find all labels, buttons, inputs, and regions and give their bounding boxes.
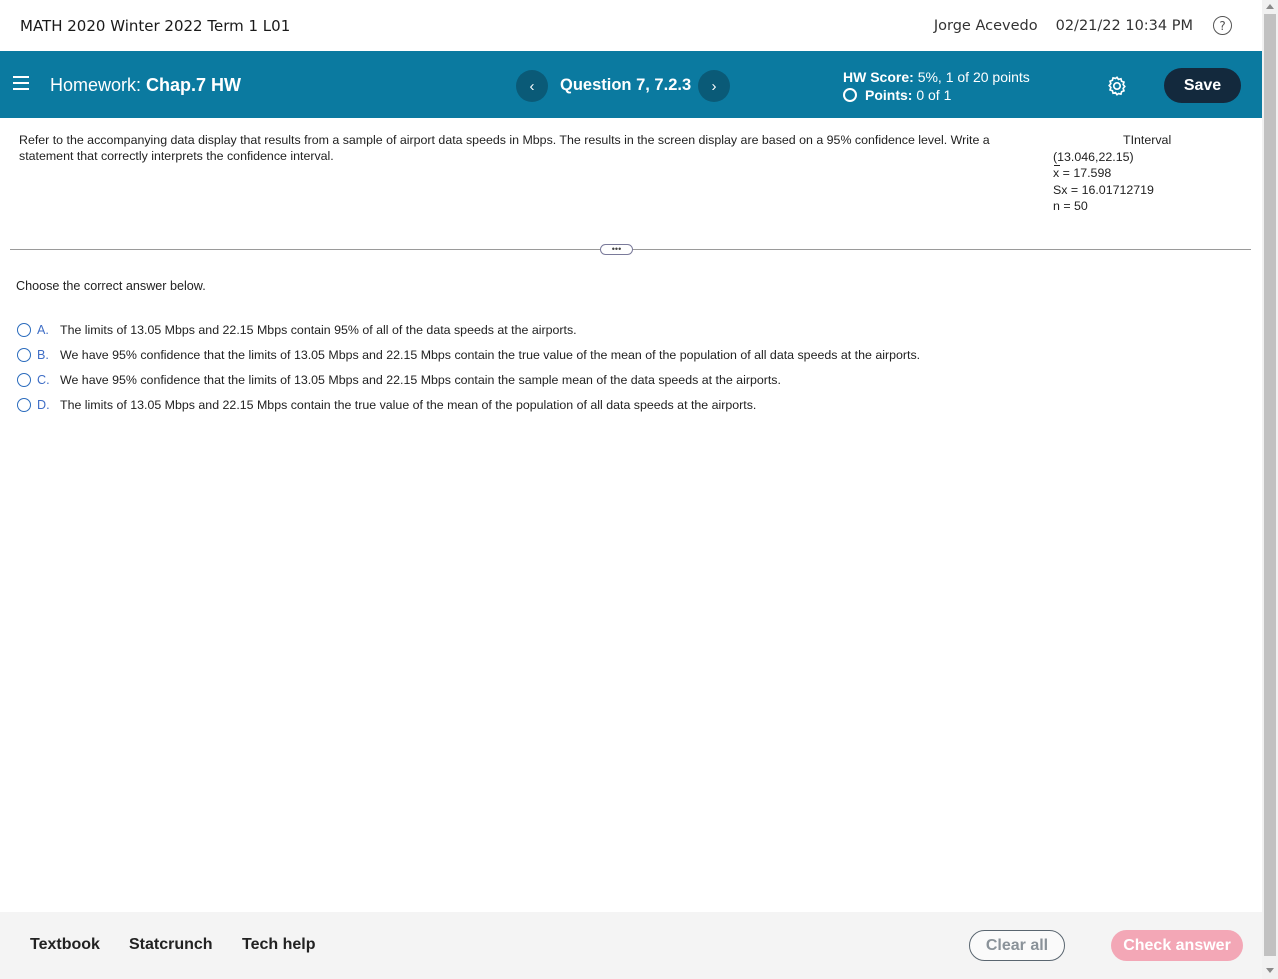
homework-title: Homework: Chap.7 HW — [50, 75, 241, 96]
tinterval-heading: TInterval — [1123, 133, 1172, 147]
tinterval-mean: x = 17.598 — [1053, 165, 1112, 180]
check-answer-button[interactable]: Check answer — [1111, 930, 1243, 961]
answer-option-d[interactable]: D. The limits of 13.05 Mbps and 22.15 Mb… — [17, 392, 920, 417]
hamburger-menu-icon[interactable] — [13, 76, 29, 90]
datetime: 02/21/22 10:34 PM — [1055, 17, 1193, 34]
radio-button[interactable] — [17, 347, 31, 362]
points-status-icon — [843, 88, 857, 102]
score-panel: HW Score: 5%, 1 of 20 points Points: 0 o… — [843, 68, 1030, 104]
clear-all-button[interactable]: Clear all — [969, 930, 1065, 961]
user-name[interactable]: Jorge Acevedo — [934, 18, 1038, 34]
answer-letter: D. — [37, 397, 50, 412]
hw-score-value: 5%, 1 of 20 points — [917, 69, 1030, 85]
radio-button[interactable] — [17, 322, 31, 337]
textbook-link[interactable]: Textbook — [30, 936, 100, 954]
radio-button[interactable] — [17, 397, 31, 412]
answer-letter: A. — [37, 322, 49, 337]
next-question-button[interactable]: › — [698, 70, 730, 102]
xbar-symbol: x — [1053, 165, 1061, 180]
scroll-thumb[interactable] — [1264, 14, 1276, 956]
course-title: MATH 2020 Winter 2022 Term 1 L01 — [20, 16, 291, 35]
answer-letter: C. — [37, 372, 50, 387]
answer-text: We have 95% confidence that the limits o… — [60, 347, 921, 362]
points-label: Points: — [865, 87, 913, 103]
radio-button[interactable] — [17, 372, 31, 387]
help-icon[interactable]: ? — [1213, 16, 1232, 35]
statcrunch-link[interactable]: Statcrunch — [129, 936, 213, 954]
gear-icon[interactable] — [1106, 75, 1128, 97]
answer-list: A. The limits of 13.05 Mbps and 22.15 Mb… — [17, 317, 920, 417]
tinterval-sx: Sx = 16.01712719 — [1053, 182, 1154, 197]
answer-option-a[interactable]: A. The limits of 13.05 Mbps and 22.15 Mb… — [17, 317, 920, 342]
tinterval-n: n = 50 — [1053, 199, 1088, 213]
tinterval-interval: (13.046,22.15) — [1053, 149, 1134, 164]
tinterval-display: TInterval (13.046,22.15) x = 17.598 Sx =… — [1053, 132, 1171, 215]
previous-question-button[interactable]: ‹ — [516, 70, 548, 102]
question-prompt: Refer to the accompanying data display t… — [19, 133, 990, 163]
user-info: Jorge Acevedo 02/21/22 10:34 PM ? — [934, 16, 1242, 35]
expand-handle[interactable]: ••• — [600, 244, 633, 255]
top-header: MATH 2020 Winter 2022 Term 1 L01 Jorge A… — [0, 0, 1262, 51]
answer-text: The limits of 13.05 Mbps and 22.15 Mbps … — [60, 322, 577, 337]
scroll-down-arrow-icon[interactable] — [1266, 968, 1274, 973]
hw-score-label: HW Score: — [843, 69, 914, 85]
answer-letter: B. — [37, 347, 49, 362]
page-scrollbar[interactable] — [1262, 0, 1278, 979]
footer-bar: Textbook Statcrunch Tech help Clear all … — [0, 912, 1262, 979]
choose-instruction: Choose the correct answer below. — [16, 279, 206, 293]
save-button[interactable]: Save — [1164, 68, 1241, 103]
scroll-up-arrow-icon[interactable] — [1266, 4, 1274, 9]
homework-name: Chap.7 HW — [146, 75, 242, 95]
homework-prefix: Homework: — [50, 75, 142, 95]
question-title[interactable]: Question 7, 7.2.3 — [560, 76, 691, 95]
answer-option-b[interactable]: B. We have 95% confidence that the limit… — [17, 342, 920, 367]
answer-option-c[interactable]: C. We have 95% confidence that the limit… — [17, 367, 920, 392]
answer-text: We have 95% confidence that the limits o… — [60, 372, 781, 387]
answer-text: The limits of 13.05 Mbps and 22.15 Mbps … — [60, 397, 757, 412]
tech-help-link[interactable]: Tech help — [242, 936, 316, 954]
points-value: 0 of 1 — [916, 87, 952, 103]
homework-navbar: Homework: Chap.7 HW ‹ Question 7, 7.2.3 … — [0, 51, 1262, 118]
